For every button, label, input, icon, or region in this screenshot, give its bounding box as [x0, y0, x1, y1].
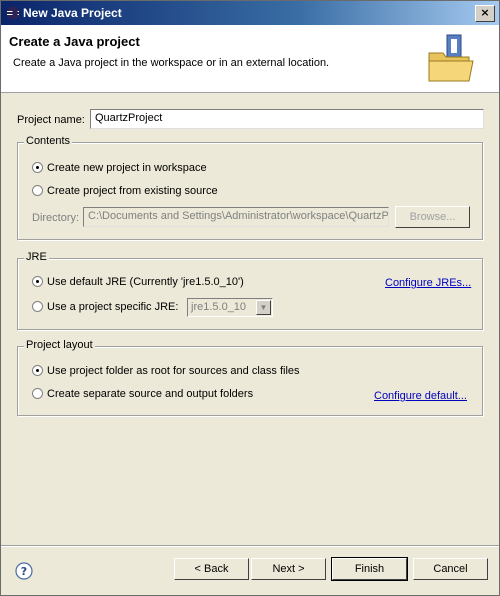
- directory-label: Directory:: [32, 212, 80, 224]
- jre-select: jre1.5.0_10 ▼: [187, 298, 273, 317]
- radio-separate-folders-label: Create separate source and output folder…: [47, 388, 254, 400]
- radio-create-new-label: Create new project in workspace: [47, 162, 207, 174]
- radio-indicator-unchecked: [32, 185, 43, 196]
- project-name-label: Project name:: [17, 114, 85, 126]
- radio-project-root-label: Use project folder as root for sources a…: [47, 365, 300, 377]
- radio-indicator-checked: [32, 365, 43, 376]
- project-name-field[interactable]: QuartzProject: [90, 109, 484, 129]
- radio-specific-jre-label: Use a project specific JRE:: [47, 301, 179, 313]
- radio-default-jre-label: Use default JRE (Currently 'jre1.5.0_10'…: [47, 276, 244, 288]
- jre-group: JRE: [17, 251, 483, 330]
- project-layout-group: Project layout: [17, 339, 483, 416]
- banner-subtitle: Create a Java project in the workspace o…: [13, 57, 330, 69]
- jre-select-value: jre1.5.0_10: [191, 301, 247, 313]
- svg-text:?: ?: [21, 565, 27, 578]
- new-java-project-dialog: New Java Project × Create a Java project…: [0, 0, 500, 596]
- configure-jres-link[interactable]: Configure JREs...: [385, 277, 471, 289]
- title-bar[interactable]: New Java Project ×: [1, 1, 499, 25]
- radio-indicator-checked: [32, 276, 43, 287]
- button-bar-separator-highlight: [1, 546, 499, 547]
- contents-legend: Contents: [24, 135, 73, 147]
- configure-default-link[interactable]: Configure default...: [374, 390, 467, 402]
- window-title: New Java Project: [23, 6, 122, 20]
- directory-field: C:\Documents and Settings\Administrator\…: [83, 207, 389, 227]
- close-button[interactable]: ×: [475, 5, 495, 22]
- help-icon[interactable]: ?: [15, 562, 33, 580]
- next-button[interactable]: Next >: [251, 558, 326, 580]
- eclipse-icon: [6, 6, 20, 20]
- wizard-banner: Create a Java project Create a Java proj…: [1, 25, 499, 93]
- jre-legend: JRE: [24, 251, 49, 263]
- radio-indicator-checked: [32, 162, 43, 173]
- radio-indicator-unchecked: [32, 301, 43, 312]
- back-button[interactable]: < Back: [174, 558, 249, 580]
- radio-indicator-unchecked: [32, 388, 43, 399]
- project-layout-legend: Project layout: [24, 339, 95, 351]
- chevron-down-icon: ▼: [256, 300, 271, 315]
- cancel-button[interactable]: Cancel: [413, 558, 488, 580]
- java-project-folder-icon: [428, 34, 474, 82]
- finish-button[interactable]: Finish: [331, 557, 408, 581]
- browse-button: Browse...: [395, 206, 470, 228]
- radio-existing-source-label: Create project from existing source: [47, 185, 218, 197]
- banner-title: Create a Java project: [9, 34, 140, 49]
